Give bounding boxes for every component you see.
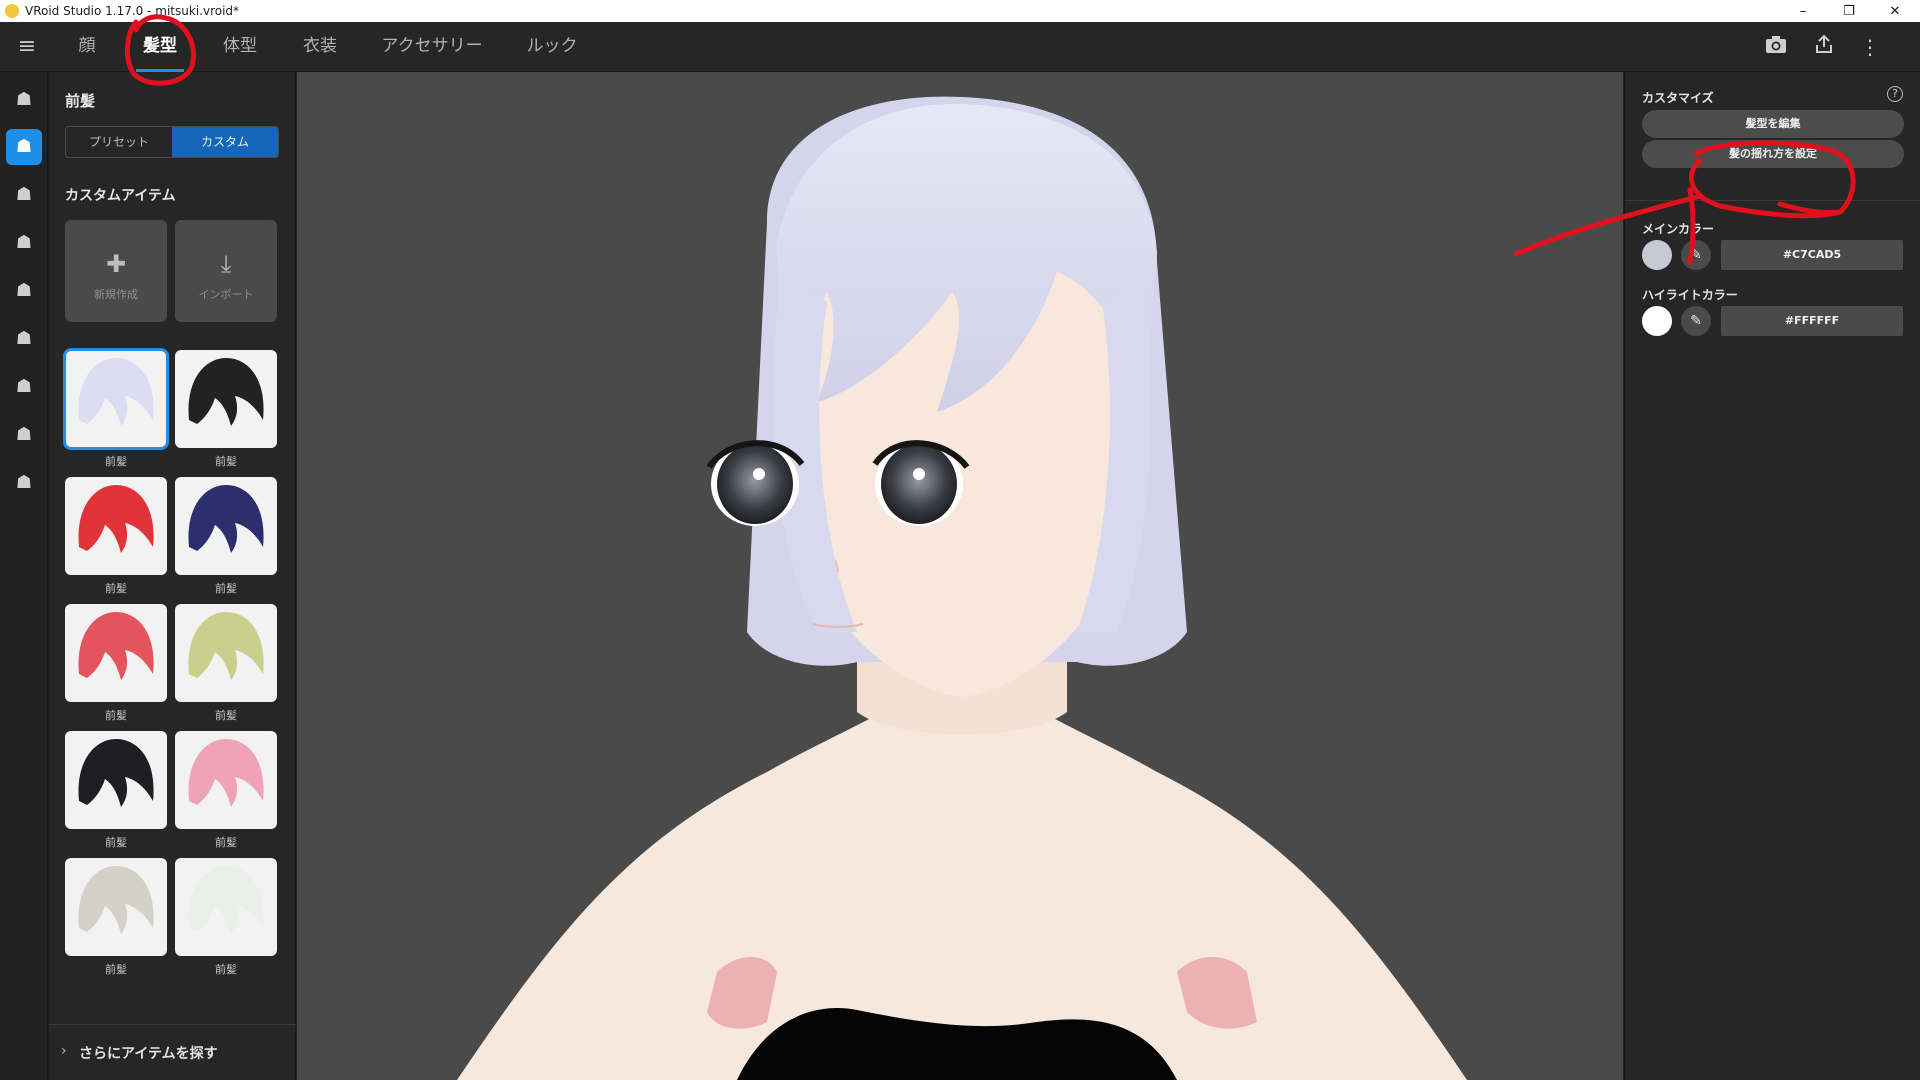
import-button[interactable]: ⤓ インポート [175, 220, 277, 322]
hair-item-label: 前髪 [215, 455, 237, 468]
more-vertical-icon[interactable]: ⋮ [1856, 34, 1884, 60]
minimize-button[interactable]: – [1780, 0, 1826, 22]
main-color-hex-input[interactable]: #C7CAD5 [1721, 240, 1903, 270]
new-item-button[interactable]: ✚ 新規作成 [65, 220, 167, 322]
hair-item-thumbnail[interactable] [63, 348, 169, 450]
hair-item-label: 前髪 [215, 582, 237, 595]
hair-base-icon[interactable]: ☗ [6, 82, 42, 118]
camera-icon[interactable] [1762, 34, 1790, 60]
top-toolbar: ≡ 顔 髪型 体型 衣装 アクセサリー ルック ⋮ [0, 22, 1920, 72]
hair-item-thumbnail[interactable] [65, 858, 167, 956]
chevron-right-icon: › [61, 1043, 67, 1059]
import-icon: ⤓ [220, 250, 232, 278]
panel-title: 前髪 [65, 92, 96, 110]
highlight-color-label: ハイライトカラー [1642, 288, 1738, 302]
import-label: インポート [198, 288, 254, 301]
hair-item-thumbnail[interactable] [65, 604, 167, 702]
preset-custom-toggle: プリセット カスタム [65, 126, 279, 158]
ponytail-icon[interactable]: ☗ [6, 321, 42, 357]
edit-hairstyle-button[interactable]: 髪型を編集 [1642, 110, 1904, 138]
hair-item-label: 前髪 [105, 836, 127, 849]
eyedropper-icon[interactable]: ✎ [1681, 240, 1711, 270]
segment-custom[interactable]: カスタム [172, 127, 278, 157]
hamburger-menu-icon[interactable]: ≡ [14, 36, 40, 58]
ahoge-icon[interactable]: ☗ [6, 273, 42, 309]
help-icon[interactable]: ? [1887, 86, 1903, 102]
hair-sway-settings-button[interactable]: 髪の揺れ方を設定 [1642, 140, 1904, 168]
new-item-label: 新規作成 [94, 288, 138, 301]
segment-preset[interactable]: プリセット [66, 127, 172, 157]
hair-item-thumbnail[interactable] [175, 604, 277, 702]
left-panel: 前髪 プリセット カスタム カスタムアイテム ✚ 新規作成 ⤓ インポート 前髪… [49, 72, 296, 1080]
hair-item-thumbnail[interactable] [175, 858, 277, 956]
hair-item-label: 前髪 [105, 709, 127, 722]
hair-item-label: 前髪 [105, 963, 127, 976]
main-color-label: メインカラー [1642, 222, 1715, 236]
hair-item-thumbnail[interactable] [175, 350, 277, 448]
window-titlebar: VRoid Studio 1.17.0 - mitsuki.vroid* – ❐… [0, 0, 1920, 22]
tab-face[interactable]: 顔 [72, 22, 102, 72]
tab-hairstyle[interactable]: 髪型 [136, 22, 184, 72]
custom-items-heading: カスタムアイテム [65, 188, 176, 204]
avatar-render [457, 96, 1467, 1080]
customize-title: カスタマイズ [1642, 91, 1714, 105]
tab-outfit[interactable]: 衣装 [300, 22, 340, 72]
hair-item-label: 前髪 [215, 836, 237, 849]
main-color-swatch[interactable] [1642, 240, 1672, 270]
app-logo-icon [5, 4, 19, 18]
braid-icon[interactable]: ☗ [6, 369, 42, 405]
find-more-items-label: さらにアイテムを探す [79, 1046, 218, 1062]
3d-viewport[interactable] [297, 72, 1623, 1080]
side-hair-icon[interactable]: ☗ [6, 225, 42, 261]
hair-item-thumbnail[interactable] [175, 731, 277, 829]
front-hair-icon[interactable]: ☗ [6, 129, 42, 165]
back-hair-icon[interactable]: ☗ [6, 177, 42, 213]
hair-item-label: 前髪 [105, 455, 127, 468]
hair-item-thumbnail[interactable] [65, 477, 167, 575]
restore-button[interactable]: ❐ [1826, 0, 1872, 22]
close-button[interactable]: ✕ [1872, 0, 1918, 22]
hair-item-thumbnail[interactable] [65, 731, 167, 829]
find-more-items-button[interactable]: › さらにアイテムを探す [49, 1024, 296, 1080]
tab-look[interactable]: ルック [526, 22, 578, 72]
highlight-color-swatch[interactable] [1642, 306, 1672, 336]
eyedropper-icon[interactable]: ✎ [1681, 306, 1711, 336]
tab-body[interactable]: 体型 [220, 22, 260, 72]
hair-parts-sidebar: ☗ ☗ ☗ ☗ ☗ ☗ ☗ ☗ ☗ [0, 72, 48, 1080]
hair-item-label: 前髪 [215, 709, 237, 722]
hair-item-thumbnail[interactable] [175, 477, 277, 575]
plus-icon: ✚ [105, 250, 127, 278]
hair-item-label: 前髪 [105, 582, 127, 595]
right-panel: カスタマイズ ? 髪型を編集 髪の揺れ方を設定 メインカラー ✎ #C7CAD5… [1624, 72, 1920, 1080]
extra-hair-icon[interactable]: ☗ [6, 417, 42, 453]
export-icon[interactable] [1810, 34, 1838, 60]
divider [1625, 200, 1920, 201]
highlight-color-hex-input[interactable]: #FFFFFF [1721, 306, 1903, 336]
window-title: VRoid Studio 1.17.0 - mitsuki.vroid* [25, 4, 240, 18]
hair-item-label: 前髪 [215, 963, 237, 976]
tab-accessory[interactable]: アクセサリー [380, 22, 484, 72]
hair-option-icon[interactable]: ☗ [6, 465, 42, 501]
